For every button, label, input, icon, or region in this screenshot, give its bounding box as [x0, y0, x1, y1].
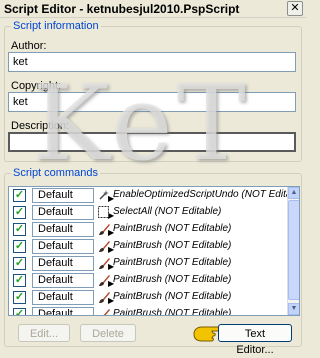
author-label: Author: [11, 40, 47, 52]
execution-mode-value: Default [38, 274, 73, 286]
command-enabled-checkbox[interactable]: ✓ [13, 308, 26, 315]
title-bar: Script Editor - ketnubesjul2010.PspScrip… [0, 0, 306, 18]
command-enabled-checkbox[interactable]: ✓ [13, 206, 26, 219]
command-name: PaintBrush (NOT Editable) [113, 274, 232, 285]
command-enabled-checkbox[interactable]: ✓ [13, 240, 26, 253]
execution-mode-value: Default [38, 257, 73, 269]
command-row[interactable]: ✓ Default▶PaintBrush (NOT Editable) [9, 289, 299, 306]
command-row[interactable]: ✓ Default ▶ EnableOptimizedScriptUndo (NOT … [9, 187, 299, 204]
command-name: PaintBrush (NOT Editable) [113, 257, 232, 268]
paintbrush-icon [97, 222, 111, 236]
execution-mode-value: Default [38, 308, 73, 316]
optimize-icon [97, 188, 111, 202]
command-enabled-checkbox[interactable]: ✓ [13, 257, 26, 270]
command-name: EnableOptimizedScriptUndo (NOT Editable) [113, 189, 300, 200]
commands-list: ✓ Default ▶ EnableOptimizedScriptUndo (NOT … [8, 186, 300, 316]
command-name: PaintBrush (NOT Editable) [113, 291, 232, 302]
command-enabled-checkbox[interactable]: ✓ [13, 223, 26, 236]
script-commands-legend: Script commands [11, 167, 100, 179]
command-row[interactable]: ✓ Default ▶ SelectAll (NOT Editable) [9, 204, 299, 221]
execution-mode-value: Default [38, 291, 73, 303]
command-enabled-checkbox[interactable]: ✓ [13, 274, 26, 287]
execution-mode-dropdown[interactable]: Default▶ [32, 273, 114, 288]
close-icon[interactable]: ✕ [287, 1, 303, 16]
scroll-down-icon[interactable]: ▼ [288, 303, 299, 315]
command-row[interactable]: ✓ Default▶PaintBrush (NOT Editable) [9, 255, 299, 272]
command-name: PaintBrush (NOT Editable) [113, 308, 232, 316]
delete-button[interactable]: Delete [80, 324, 136, 342]
execution-mode-dropdown[interactable]: Default▶ [32, 290, 114, 305]
script-editor-window: Script Editor - ketnubesjul2010.PspScrip… [0, 0, 306, 356]
command-enabled-checkbox[interactable]: ✓ [13, 189, 26, 202]
paintbrush-icon [97, 256, 111, 270]
text-editor-button[interactable]: Text Editor... [218, 324, 292, 356]
command-name: SelectAll (NOT Editable) [113, 206, 222, 217]
execution-mode-dropdown[interactable]: Default▶ [32, 256, 114, 271]
execution-mode-dropdown[interactable]: Default▶ [32, 307, 114, 316]
execution-mode-value: Default [38, 223, 73, 235]
paintbrush-icon [97, 290, 111, 304]
paintbrush-icon [97, 307, 111, 315]
command-name: PaintBrush (NOT Editable) [113, 223, 232, 234]
command-row[interactable]: ✓ Default▶PaintBrush (NOT Editable) [9, 272, 299, 289]
copyright-field[interactable] [8, 92, 296, 112]
command-row[interactable]: ✓ Default▶PaintBrush (NOT Editable) [9, 221, 299, 238]
command-enabled-checkbox[interactable]: ✓ [13, 291, 26, 304]
scroll-thumb[interactable] [288, 200, 299, 300]
execution-mode-dropdown[interactable]: Default▶ [32, 205, 114, 220]
commands-scrollbar[interactable]: ▲ ▼ [287, 187, 299, 315]
paintbrush-icon [97, 239, 111, 253]
execution-mode-dropdown[interactable]: Default▶ [32, 239, 114, 254]
description-field[interactable] [8, 132, 296, 152]
command-name: PaintBrush (NOT Editable) [113, 240, 232, 251]
select-icon [97, 205, 111, 219]
execution-mode-value: Default [38, 189, 73, 201]
execution-mode-dropdown[interactable]: Default▶ [32, 222, 114, 237]
command-row[interactable]: ✓ Default▶PaintBrush (NOT Editable) [9, 238, 299, 255]
execution-mode-value: Default [38, 240, 73, 252]
execution-mode-dropdown[interactable]: Default▶ [32, 188, 114, 203]
scroll-up-icon[interactable]: ▲ [288, 187, 299, 199]
copyright-label: Copyright: [11, 80, 62, 92]
window-title: Script Editor - ketnubesjul2010.PspScrip… [4, 2, 240, 16]
command-row[interactable]: ✓ Default▶PaintBrush (NOT Editable) [9, 306, 299, 316]
execution-mode-value: Default [38, 206, 73, 218]
edit-button[interactable]: Edit... [18, 324, 70, 342]
paintbrush-icon [97, 273, 111, 287]
author-field[interactable] [8, 52, 296, 72]
description-label: Description: [11, 120, 70, 132]
script-information-legend: Script information [11, 20, 101, 32]
